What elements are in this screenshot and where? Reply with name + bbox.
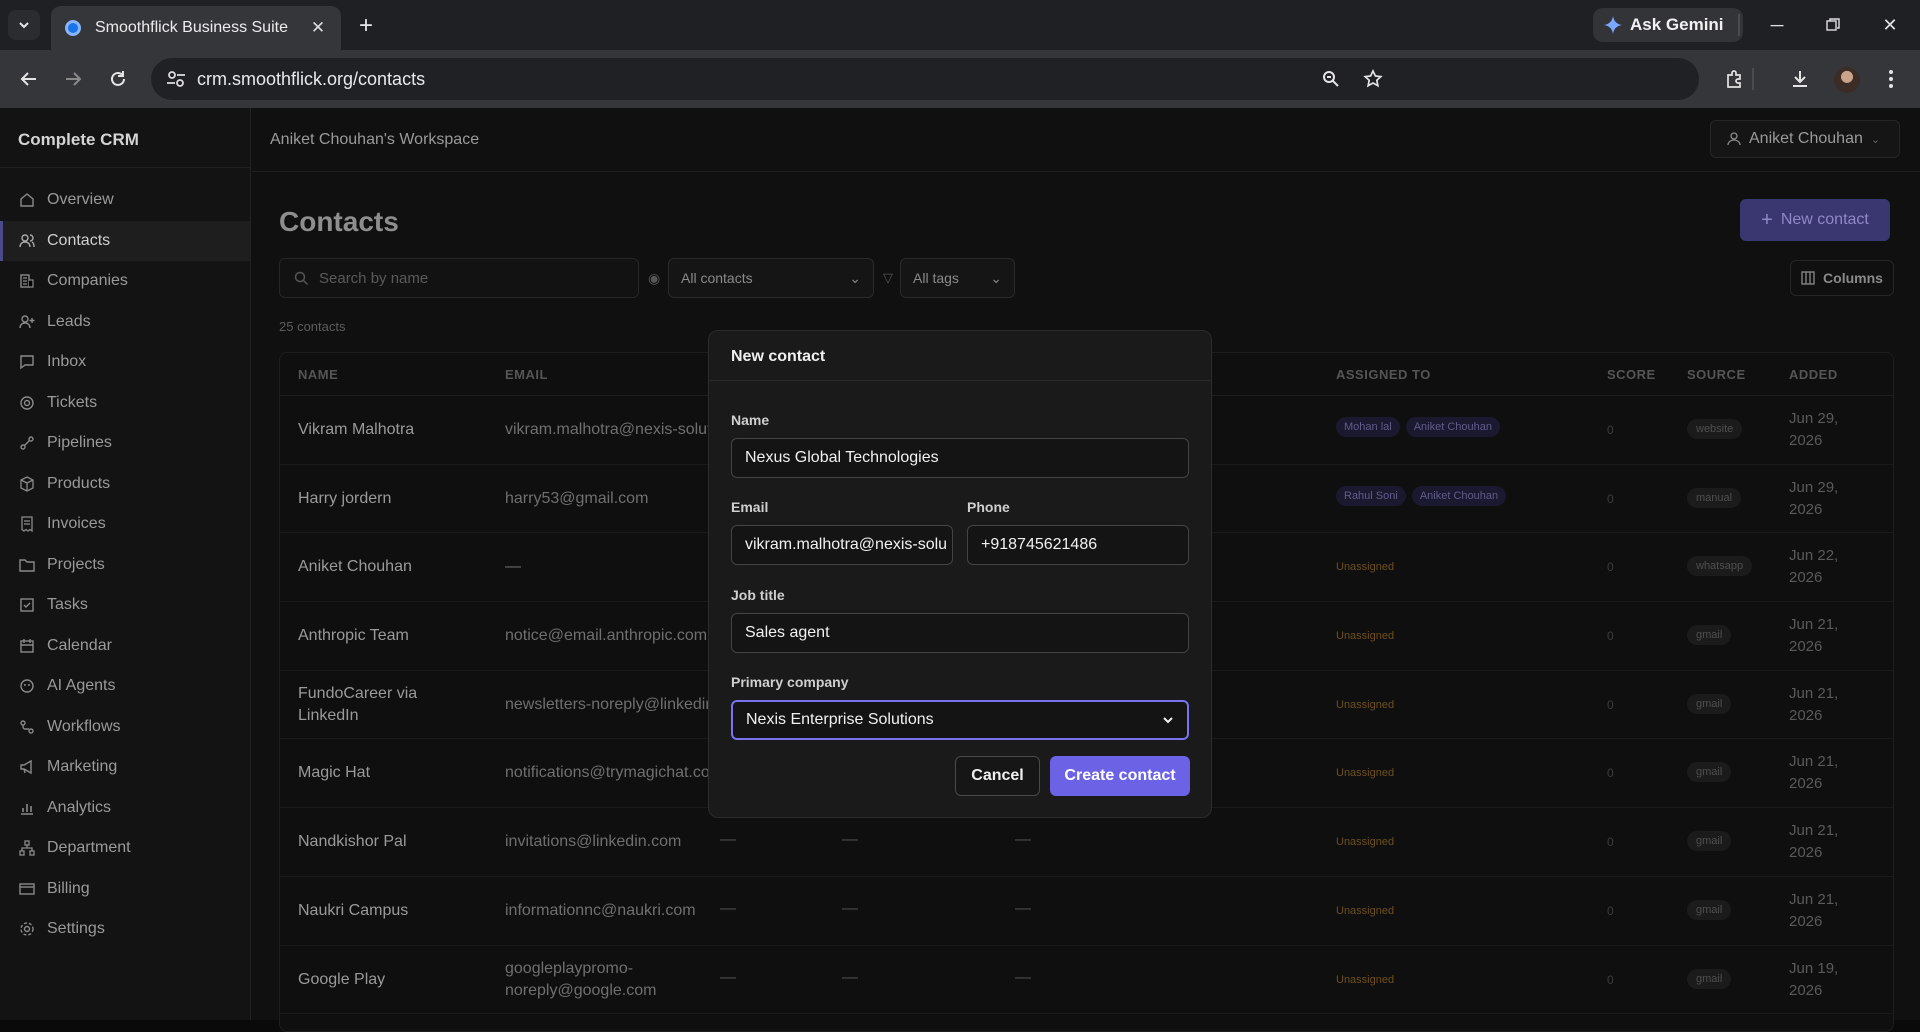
divider <box>1738 14 1740 36</box>
url-text: crm.smoothflick.org/contacts <box>197 69 426 89</box>
dialog-title: New contact <box>709 331 1211 381</box>
ask-gemini-label: Ask Gemini <box>1630 15 1724 34</box>
email-value: vikram.malhotra@nexis-solu <box>745 536 948 553</box>
tab-search-button[interactable] <box>8 10 40 40</box>
forward-icon[interactable] <box>58 64 88 94</box>
extensions-icon[interactable] <box>1722 66 1748 92</box>
reload-icon[interactable] <box>103 64 133 94</box>
name-label: Name <box>731 412 770 428</box>
menu-dots-icon[interactable] <box>1878 66 1904 92</box>
gemini-icon <box>1604 16 1622 34</box>
chevron-down-icon <box>19 22 29 29</box>
chevron-down-icon <box>1163 717 1173 724</box>
primary-company-select[interactable]: Nexis Enterprise Solutions <box>731 700 1189 740</box>
site-info-icon[interactable] <box>165 68 187 90</box>
create-contact-button[interactable]: Create contact <box>1050 756 1190 796</box>
new-tab-button[interactable]: + <box>352 12 380 40</box>
bookmark-star-icon[interactable] <box>1361 67 1385 91</box>
restore-icon[interactable] <box>1818 11 1848 39</box>
minimize-icon[interactable]: ─ <box>1762 11 1792 39</box>
new-contact-dialog: New contact Name Nexus Global Technologi… <box>708 330 1212 818</box>
name-value: Nexus Global Technologies <box>745 449 939 466</box>
cancel-button[interactable]: Cancel <box>955 756 1040 796</box>
address-bar[interactable]: crm.smoothflick.org/contacts <box>151 58 1699 100</box>
browser-tab-bar: Smoothflick Business Suite ✕ + Ask Gemin… <box>0 0 1920 50</box>
job-title-label: Job title <box>731 587 785 603</box>
browser-tab[interactable]: Smoothflick Business Suite ✕ <box>51 6 341 50</box>
primary-company-label: Primary company <box>731 674 849 690</box>
job-title-value: Sales agent <box>745 624 830 641</box>
phone-label: Phone <box>967 499 1010 515</box>
email-label: Email <box>731 499 769 515</box>
phone-value: +918745621486 <box>981 536 1098 553</box>
profile-avatar[interactable] <box>1834 67 1860 93</box>
primary-company-value: Nexis Enterprise Solutions <box>746 711 934 728</box>
close-window-icon[interactable]: ✕ <box>1875 11 1905 39</box>
divider <box>1752 68 1754 90</box>
zoom-icon[interactable] <box>1319 67 1343 91</box>
phone-field[interactable]: +918745621486 <box>967 525 1189 565</box>
tab-title: Smoothflick Business Suite <box>95 19 288 36</box>
close-icon[interactable]: ✕ <box>307 17 329 39</box>
email-field[interactable]: vikram.malhotra@nexis-solu <box>731 525 953 565</box>
ask-gemini-button[interactable]: Ask Gemini <box>1593 8 1743 42</box>
name-field[interactable]: Nexus Global Technologies <box>731 438 1189 478</box>
favicon-icon <box>65 20 81 36</box>
browser-toolbar: crm.smoothflick.org/contacts <box>0 50 1920 108</box>
job-title-field[interactable]: Sales agent <box>731 613 1189 653</box>
back-icon[interactable] <box>14 64 44 94</box>
download-icon[interactable] <box>1787 66 1813 92</box>
